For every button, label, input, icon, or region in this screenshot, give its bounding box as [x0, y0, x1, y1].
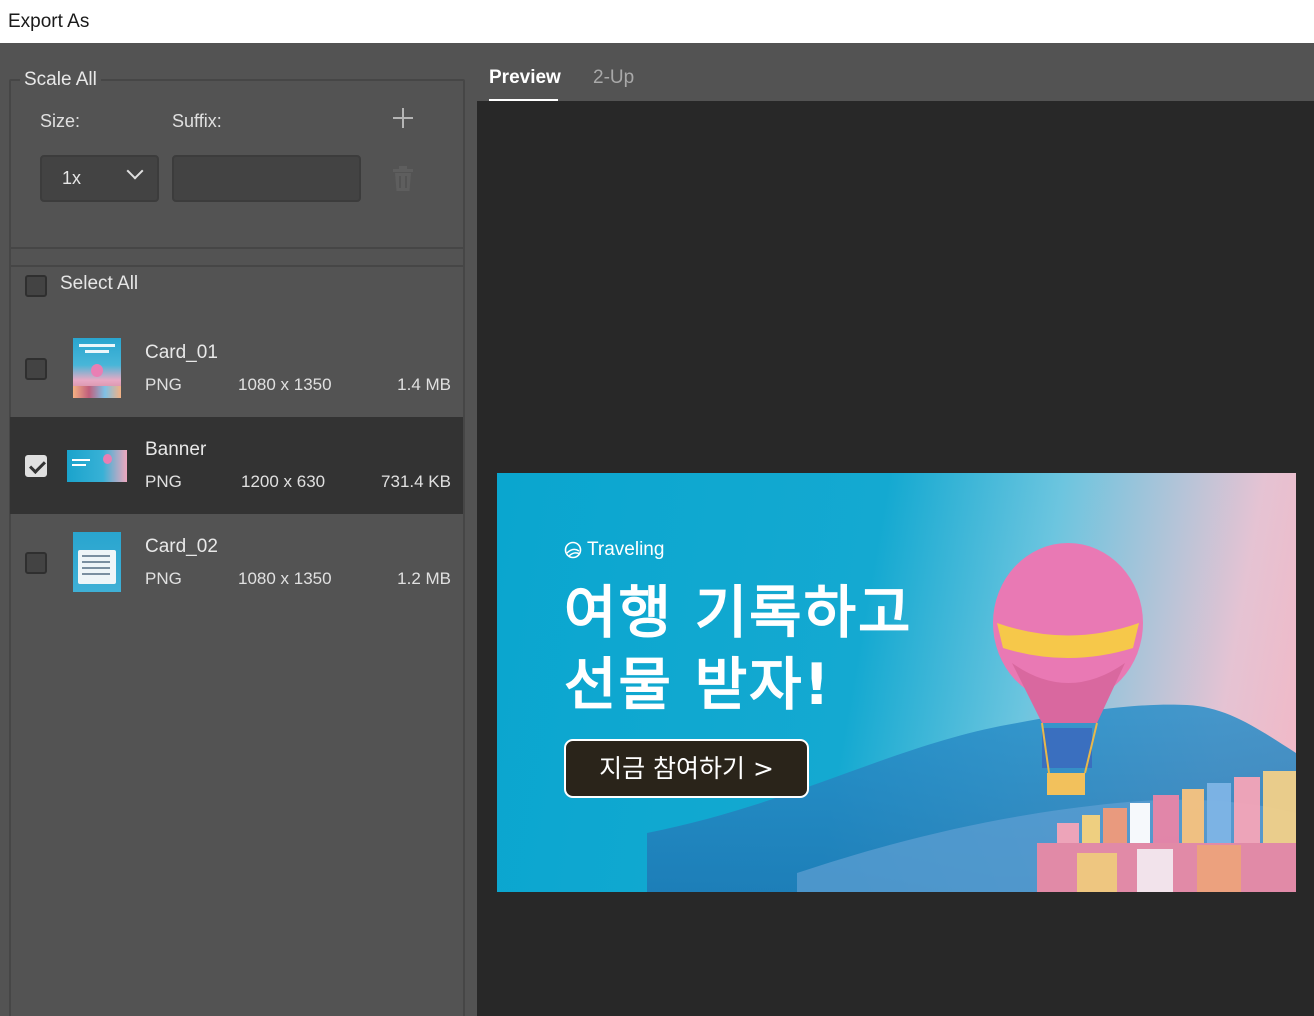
- select-all-checkbox[interactable]: [25, 275, 47, 297]
- asset-checkbox[interactable]: [25, 358, 47, 380]
- brand-label: Traveling: [564, 539, 664, 561]
- asset-checkbox[interactable]: [25, 455, 47, 477]
- select-all-label: Select All: [60, 273, 139, 294]
- asset-row-banner[interactable]: Banner PNG 1200 x 630 731.4 KB: [10, 417, 463, 514]
- asset-name: Card_02: [145, 536, 218, 557]
- asset-checkbox[interactable]: [25, 552, 47, 574]
- globe-icon: [564, 541, 582, 559]
- asset-dimensions: 1200 x 630: [241, 472, 326, 491]
- asset-name: Card_01: [145, 342, 218, 363]
- headline-line-1: 여행 기록하고: [564, 580, 913, 646]
- banner-headline: 여행 기록하고 선물 받자!: [564, 577, 912, 721]
- asset-thumbnail: [67, 450, 127, 482]
- headline-line-2: 선물 받자!: [564, 652, 832, 718]
- size-dropdown-value: 1x: [62, 168, 82, 188]
- asset-format: PNG: [145, 375, 182, 394]
- cta-button: 지금 참여하기 >: [564, 739, 809, 798]
- asset-row-card-01[interactable]: Card_01 PNG 1080 x 1350 1.4 MB: [10, 320, 463, 417]
- size-dropdown[interactable]: 1x: [40, 155, 159, 202]
- asset-dimensions: 1080 x 1350: [238, 375, 332, 394]
- brand-text: Traveling: [587, 539, 665, 560]
- tab-preview[interactable]: Preview: [489, 67, 561, 89]
- asset-format: PNG: [145, 569, 182, 588]
- asset-thumbnail: [73, 532, 121, 592]
- asset-file-size: 1.2 MB: [397, 569, 451, 588]
- asset-file-size: 1.4 MB: [397, 375, 451, 394]
- suffix-label: Suffix:: [172, 111, 222, 131]
- window-title: Export As: [0, 0, 1314, 43]
- trash-icon[interactable]: [391, 166, 415, 192]
- plus-icon[interactable]: [391, 106, 415, 130]
- asset-format: PNG: [145, 472, 182, 491]
- chevron-down-icon: [126, 162, 144, 180]
- export-settings-panel: Scale All Size: Suffix: 1x Select All Ca…: [0, 43, 477, 1016]
- asset-thumbnail: [73, 338, 121, 398]
- asset-dimensions: 1080 x 1350: [238, 569, 332, 588]
- preview-panel: Preview 2-Up Traveling 여행 기록하고 선물 받자! 지금…: [477, 43, 1314, 1016]
- scale-all-legend: Scale All: [20, 69, 101, 91]
- tab-2-up[interactable]: 2-Up: [593, 67, 634, 89]
- size-label: Size:: [40, 111, 81, 131]
- preview-canvas: Traveling 여행 기록하고 선물 받자! 지금 참여하기 >: [477, 101, 1314, 1016]
- suffix-input[interactable]: [172, 155, 361, 202]
- asset-name: Banner: [145, 439, 207, 460]
- asset-file-size: 731.4 KB: [381, 472, 451, 491]
- banner-preview-image: Traveling 여행 기록하고 선물 받자! 지금 참여하기 >: [497, 473, 1296, 892]
- asset-row-card-02[interactable]: Card_02 PNG 1080 x 1350 1.2 MB: [10, 514, 463, 611]
